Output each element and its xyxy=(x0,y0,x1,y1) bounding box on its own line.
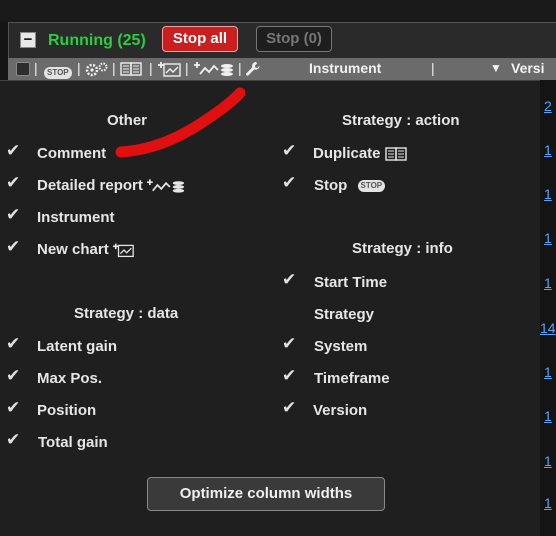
red-annotation-stroke xyxy=(115,87,246,158)
